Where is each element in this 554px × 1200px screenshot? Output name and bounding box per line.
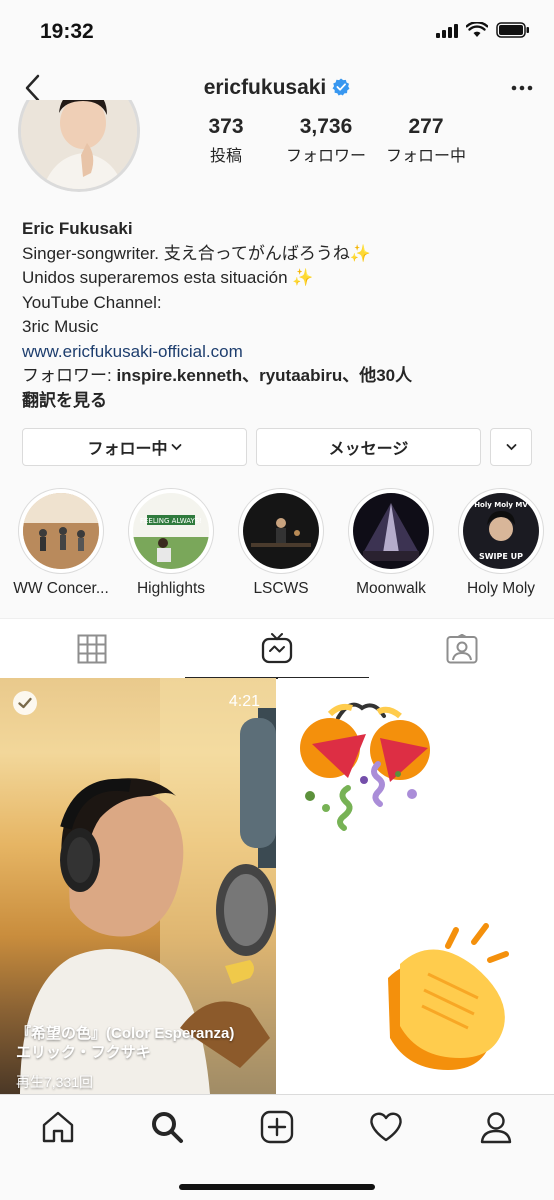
message-button-label: メッセージ	[328, 441, 409, 458]
profile-icon	[480, 1112, 512, 1144]
profile-actions: フォロー中 メッセージ	[22, 428, 534, 466]
bio-line: 3ric Music	[22, 317, 99, 336]
highlight-cover: FEELING ALWAYS!	[133, 493, 209, 569]
highlight-item[interactable]: Holy Moly MV SWIPE UP Holy Moly	[446, 488, 554, 598]
igtv-icon	[261, 633, 293, 664]
highlight-ring: FEELING ALWAYS!	[128, 488, 214, 574]
translate-link[interactable]: 翻訳を見る	[22, 389, 532, 414]
more-options-icon[interactable]	[510, 78, 534, 98]
highlight-label: Moonwalk	[356, 580, 426, 597]
battery-icon	[496, 22, 529, 38]
highlight-label: Highlights	[136, 580, 206, 597]
stat-following-label: フォロー中	[385, 148, 466, 165]
highlight-cover	[23, 493, 99, 569]
highlight-cover	[353, 493, 429, 569]
highlight-label: LSCWS	[253, 580, 309, 597]
stat-followers-count: 3,736	[299, 115, 353, 138]
nav-profile[interactable]	[476, 1107, 516, 1147]
following-button[interactable]: フォロー中	[22, 428, 247, 466]
profile-tabs	[0, 618, 554, 679]
highlight-cover: Holy Moly MV SWIPE UP	[463, 493, 539, 569]
tagged-icon	[446, 634, 478, 664]
party-clap-emoji-art	[300, 702, 509, 1070]
tab-grid[interactable]	[0, 619, 184, 679]
stat-posts-label: 投稿	[209, 148, 242, 165]
following-button-label: フォロー中	[87, 441, 168, 458]
highlight-overlay-text: SWIPE UP	[479, 552, 523, 561]
message-button[interactable]: メッセージ	[256, 428, 481, 466]
followed-by[interactable]: フォロワー: inspire.kenneth、ryutaabiru、他30人	[22, 364, 532, 389]
highlight-item[interactable]: LSCWS	[226, 488, 336, 598]
bio-line: Singer-songwriter. 支え合ってがんばろうね✨	[22, 243, 372, 263]
video-duration: 4:21	[228, 693, 260, 710]
grid-icon	[77, 634, 107, 664]
tab-igtv[interactable]	[185, 619, 369, 679]
nav-new-post[interactable]	[257, 1107, 297, 1147]
stat-posts-count: 373	[208, 115, 244, 138]
profile-section: 373 投稿 3,736 フォロワー 277 フォロー中 Eric Fukusa…	[0, 100, 554, 618]
heart-icon	[370, 1112, 402, 1142]
nav-home[interactable]	[38, 1107, 78, 1147]
header-username: ericfukusaki	[203, 76, 327, 99]
profile-bio: Eric Fukusaki Singer-songwriter. 支え合ってがん…	[22, 217, 532, 413]
home-icon	[42, 1111, 74, 1143]
highlight-item[interactable]: Moonwalk	[336, 488, 446, 598]
checkmark-icon	[13, 691, 37, 715]
stat-posts[interactable]: 373 投稿	[176, 114, 276, 166]
suggested-users-button[interactable]	[490, 428, 532, 466]
nav-activity[interactable]	[366, 1107, 406, 1147]
profile-display-name: Eric Fukusaki	[22, 219, 133, 238]
video-view-count: 再生7,331回	[16, 1074, 94, 1090]
header-username-row: ericfukusaki	[0, 76, 554, 100]
status-icons	[436, 22, 530, 38]
bio-line: YouTube Channel:	[22, 292, 162, 312]
website-link[interactable]: www.ericfukusaki-official.com	[22, 340, 532, 365]
status-time: 19:32	[40, 20, 94, 43]
followed-by-names: inspire.kenneth、ryutaabiru、他30人	[116, 366, 413, 385]
add-post-icon	[260, 1110, 294, 1144]
cellular-signal-icon	[436, 22, 458, 38]
stat-followers-label: フォロワー	[285, 148, 366, 165]
search-icon	[152, 1112, 183, 1143]
highlight-label: WW Concer...	[13, 580, 109, 597]
highlight-item[interactable]: FEELING ALWAYS! Highlights	[116, 488, 226, 598]
story-highlights: WW Concer... FEELING ALWAYS! Highlights …	[0, 488, 554, 608]
nav-search[interactable]	[147, 1107, 187, 1147]
highlight-ring	[348, 488, 434, 574]
highlight-label: Holy Moly	[466, 580, 536, 597]
stat-following-count: 277	[408, 115, 444, 138]
profile-stats: 373 投稿 3,736 フォロワー 277 フォロー中	[176, 114, 476, 166]
avatar	[18, 100, 140, 192]
bottom-navigation	[0, 1094, 554, 1200]
highlight-ring	[18, 488, 104, 574]
chevron-down-icon	[506, 444, 516, 451]
video-title-line: エリック・フクサキ	[16, 1044, 151, 1061]
igtv-emoji-tile[interactable]	[278, 678, 554, 1094]
highlight-ring	[238, 488, 324, 574]
stat-following[interactable]: 277 フォロー中	[376, 114, 476, 166]
status-bar: 19:32	[0, 0, 554, 64]
highlight-overlay-text: FEELING ALWAYS!	[140, 517, 202, 525]
verified-badge-icon	[332, 78, 350, 96]
video-title-line: 『希望の色』(Color Esperanza)	[16, 1025, 235, 1042]
video-title: 『希望の色』(Color Esperanza) エリック・フクサキ	[16, 1024, 234, 1062]
igtv-grid: 4:21 『希望の色』(Color Esperanza) エリック・フクサキ 再…	[0, 678, 554, 1094]
tab-tagged[interactable]	[370, 619, 554, 679]
highlight-overlay-text: Holy Moly MV	[474, 501, 528, 509]
highlight-cover	[243, 493, 319, 569]
home-indicator	[179, 1184, 375, 1190]
stat-followers[interactable]: 3,736 フォロワー	[276, 114, 376, 166]
chevron-down-icon	[171, 444, 181, 451]
highlight-ring: Holy Moly MV SWIPE UP	[458, 488, 544, 574]
bio-line: Unidos superaremos esta situación ✨	[22, 268, 314, 287]
igtv-video-tile[interactable]: 4:21 『希望の色』(Color Esperanza) エリック・フクサキ 再…	[0, 678, 276, 1094]
followed-by-prefix: フォロワー:	[22, 366, 117, 385]
wifi-icon	[466, 22, 488, 37]
highlight-item[interactable]: WW Concer...	[6, 488, 116, 598]
avatar-frame[interactable]	[14, 100, 144, 192]
